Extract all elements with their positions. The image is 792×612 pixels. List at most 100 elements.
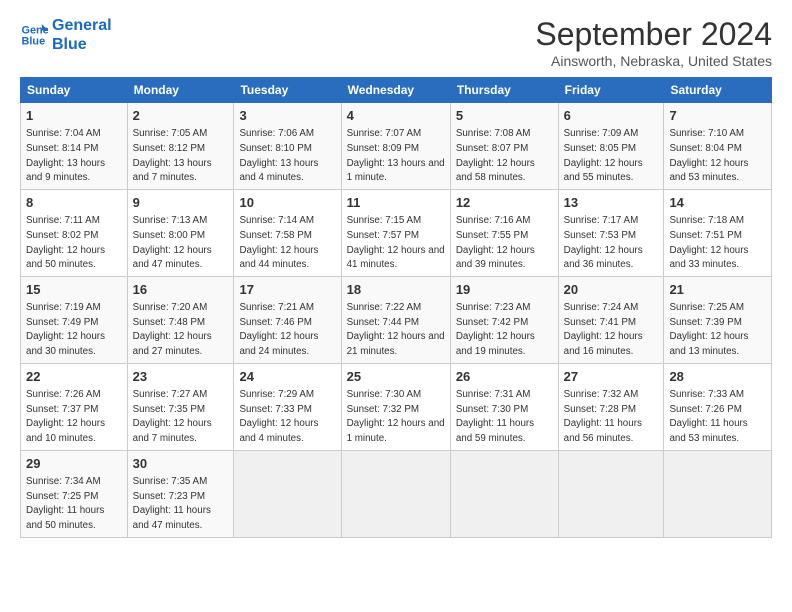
cell-info: Sunrise: 7:20 AMSunset: 7:48 PMDaylight:… bbox=[133, 302, 212, 357]
day-number: 10 bbox=[239, 194, 335, 212]
cell-info: Sunrise: 7:15 AMSunset: 7:57 PMDaylight:… bbox=[347, 215, 445, 270]
day-number: 14 bbox=[669, 194, 766, 212]
day-of-week-header: Monday bbox=[127, 78, 234, 103]
calendar-cell: 23 Sunrise: 7:27 AMSunset: 7:35 PMDaylig… bbox=[127, 363, 234, 450]
day-number: 12 bbox=[456, 194, 553, 212]
calendar-cell: 12 Sunrise: 7:16 AMSunset: 7:55 PMDaylig… bbox=[450, 189, 558, 276]
calendar-cell bbox=[450, 450, 558, 537]
calendar-table: SundayMondayTuesdayWednesdayThursdayFrid… bbox=[20, 77, 772, 538]
cell-info: Sunrise: 7:26 AMSunset: 7:37 PMDaylight:… bbox=[26, 389, 105, 444]
header: General Blue General Blue September 2024… bbox=[20, 16, 772, 69]
cell-info: Sunrise: 7:06 AMSunset: 8:10 PMDaylight:… bbox=[239, 128, 318, 183]
day-of-week-header: Saturday bbox=[664, 78, 772, 103]
day-number: 3 bbox=[239, 107, 335, 125]
calendar-week-row: 15 Sunrise: 7:19 AMSunset: 7:49 PMDaylig… bbox=[21, 276, 772, 363]
day-number: 9 bbox=[133, 194, 229, 212]
day-number: 15 bbox=[26, 281, 122, 299]
calendar-cell: 20 Sunrise: 7:24 AMSunset: 7:41 PMDaylig… bbox=[558, 276, 664, 363]
calendar-cell: 2 Sunrise: 7:05 AMSunset: 8:12 PMDayligh… bbox=[127, 103, 234, 190]
calendar-cell: 18 Sunrise: 7:22 AMSunset: 7:44 PMDaylig… bbox=[341, 276, 450, 363]
title-block: September 2024 Ainsworth, Nebraska, Unit… bbox=[535, 16, 772, 69]
day-of-week-header: Friday bbox=[558, 78, 664, 103]
calendar-header-row: SundayMondayTuesdayWednesdayThursdayFrid… bbox=[21, 78, 772, 103]
day-number: 7 bbox=[669, 107, 766, 125]
calendar-cell: 22 Sunrise: 7:26 AMSunset: 7:37 PMDaylig… bbox=[21, 363, 128, 450]
cell-info: Sunrise: 7:13 AMSunset: 8:00 PMDaylight:… bbox=[133, 215, 212, 270]
day-number: 21 bbox=[669, 281, 766, 299]
cell-info: Sunrise: 7:14 AMSunset: 7:58 PMDaylight:… bbox=[239, 215, 318, 270]
day-number: 19 bbox=[456, 281, 553, 299]
calendar-cell: 30 Sunrise: 7:35 AMSunset: 7:23 PMDaylig… bbox=[127, 450, 234, 537]
day-number: 28 bbox=[669, 368, 766, 386]
month-title: September 2024 bbox=[535, 16, 772, 53]
logo-icon: General Blue bbox=[20, 21, 48, 49]
calendar-cell: 14 Sunrise: 7:18 AMSunset: 7:51 PMDaylig… bbox=[664, 189, 772, 276]
cell-info: Sunrise: 7:21 AMSunset: 7:46 PMDaylight:… bbox=[239, 302, 318, 357]
day-of-week-header: Sunday bbox=[21, 78, 128, 103]
logo-general: General bbox=[52, 16, 112, 35]
day-number: 8 bbox=[26, 194, 122, 212]
calendar-cell: 13 Sunrise: 7:17 AMSunset: 7:53 PMDaylig… bbox=[558, 189, 664, 276]
cell-info: Sunrise: 7:10 AMSunset: 8:04 PMDaylight:… bbox=[669, 128, 748, 183]
calendar-cell bbox=[234, 450, 341, 537]
day-number: 24 bbox=[239, 368, 335, 386]
location: Ainsworth, Nebraska, United States bbox=[535, 53, 772, 69]
cell-info: Sunrise: 7:07 AMSunset: 8:09 PMDaylight:… bbox=[347, 128, 445, 183]
calendar-cell: 4 Sunrise: 7:07 AMSunset: 8:09 PMDayligh… bbox=[341, 103, 450, 190]
day-number: 2 bbox=[133, 107, 229, 125]
day-number: 6 bbox=[564, 107, 659, 125]
calendar-cell: 28 Sunrise: 7:33 AMSunset: 7:26 PMDaylig… bbox=[664, 363, 772, 450]
cell-info: Sunrise: 7:08 AMSunset: 8:07 PMDaylight:… bbox=[456, 128, 535, 183]
day-number: 27 bbox=[564, 368, 659, 386]
calendar-week-row: 22 Sunrise: 7:26 AMSunset: 7:37 PMDaylig… bbox=[21, 363, 772, 450]
calendar-week-row: 1 Sunrise: 7:04 AMSunset: 8:14 PMDayligh… bbox=[21, 103, 772, 190]
calendar-cell: 21 Sunrise: 7:25 AMSunset: 7:39 PMDaylig… bbox=[664, 276, 772, 363]
cell-info: Sunrise: 7:18 AMSunset: 7:51 PMDaylight:… bbox=[669, 215, 748, 270]
calendar-cell: 29 Sunrise: 7:34 AMSunset: 7:25 PMDaylig… bbox=[21, 450, 128, 537]
calendar-cell: 1 Sunrise: 7:04 AMSunset: 8:14 PMDayligh… bbox=[21, 103, 128, 190]
cell-info: Sunrise: 7:32 AMSunset: 7:28 PMDaylight:… bbox=[564, 389, 642, 444]
day-number: 13 bbox=[564, 194, 659, 212]
cell-info: Sunrise: 7:27 AMSunset: 7:35 PMDaylight:… bbox=[133, 389, 212, 444]
cell-info: Sunrise: 7:19 AMSunset: 7:49 PMDaylight:… bbox=[26, 302, 105, 357]
day-number: 30 bbox=[133, 455, 229, 473]
logo: General Blue General Blue bbox=[20, 16, 112, 54]
day-of-week-header: Wednesday bbox=[341, 78, 450, 103]
cell-info: Sunrise: 7:35 AMSunset: 7:23 PMDaylight:… bbox=[133, 476, 211, 531]
cell-info: Sunrise: 7:17 AMSunset: 7:53 PMDaylight:… bbox=[564, 215, 643, 270]
day-number: 16 bbox=[133, 281, 229, 299]
day-of-week-header: Tuesday bbox=[234, 78, 341, 103]
cell-info: Sunrise: 7:34 AMSunset: 7:25 PMDaylight:… bbox=[26, 476, 104, 531]
day-number: 1 bbox=[26, 107, 122, 125]
calendar-cell: 6 Sunrise: 7:09 AMSunset: 8:05 PMDayligh… bbox=[558, 103, 664, 190]
calendar-cell: 11 Sunrise: 7:15 AMSunset: 7:57 PMDaylig… bbox=[341, 189, 450, 276]
calendar-cell: 25 Sunrise: 7:30 AMSunset: 7:32 PMDaylig… bbox=[341, 363, 450, 450]
day-number: 17 bbox=[239, 281, 335, 299]
cell-info: Sunrise: 7:04 AMSunset: 8:14 PMDaylight:… bbox=[26, 128, 105, 183]
cell-info: Sunrise: 7:16 AMSunset: 7:55 PMDaylight:… bbox=[456, 215, 535, 270]
calendar-week-row: 8 Sunrise: 7:11 AMSunset: 8:02 PMDayligh… bbox=[21, 189, 772, 276]
cell-info: Sunrise: 7:23 AMSunset: 7:42 PMDaylight:… bbox=[456, 302, 535, 357]
day-number: 26 bbox=[456, 368, 553, 386]
cell-info: Sunrise: 7:05 AMSunset: 8:12 PMDaylight:… bbox=[133, 128, 212, 183]
cell-info: Sunrise: 7:31 AMSunset: 7:30 PMDaylight:… bbox=[456, 389, 534, 444]
calendar-cell: 10 Sunrise: 7:14 AMSunset: 7:58 PMDaylig… bbox=[234, 189, 341, 276]
logo-blue: Blue bbox=[52, 35, 112, 54]
cell-info: Sunrise: 7:22 AMSunset: 7:44 PMDaylight:… bbox=[347, 302, 445, 357]
calendar-cell: 7 Sunrise: 7:10 AMSunset: 8:04 PMDayligh… bbox=[664, 103, 772, 190]
day-number: 22 bbox=[26, 368, 122, 386]
calendar-cell: 17 Sunrise: 7:21 AMSunset: 7:46 PMDaylig… bbox=[234, 276, 341, 363]
calendar-cell: 16 Sunrise: 7:20 AMSunset: 7:48 PMDaylig… bbox=[127, 276, 234, 363]
calendar-cell: 27 Sunrise: 7:32 AMSunset: 7:28 PMDaylig… bbox=[558, 363, 664, 450]
cell-info: Sunrise: 7:33 AMSunset: 7:26 PMDaylight:… bbox=[669, 389, 747, 444]
day-number: 20 bbox=[564, 281, 659, 299]
calendar-cell: 5 Sunrise: 7:08 AMSunset: 8:07 PMDayligh… bbox=[450, 103, 558, 190]
day-number: 29 bbox=[26, 455, 122, 473]
svg-text:Blue: Blue bbox=[22, 36, 46, 48]
calendar-cell: 24 Sunrise: 7:29 AMSunset: 7:33 PMDaylig… bbox=[234, 363, 341, 450]
calendar-week-row: 29 Sunrise: 7:34 AMSunset: 7:25 PMDaylig… bbox=[21, 450, 772, 537]
day-number: 11 bbox=[347, 194, 445, 212]
cell-info: Sunrise: 7:29 AMSunset: 7:33 PMDaylight:… bbox=[239, 389, 318, 444]
calendar-cell: 8 Sunrise: 7:11 AMSunset: 8:02 PMDayligh… bbox=[21, 189, 128, 276]
day-number: 5 bbox=[456, 107, 553, 125]
